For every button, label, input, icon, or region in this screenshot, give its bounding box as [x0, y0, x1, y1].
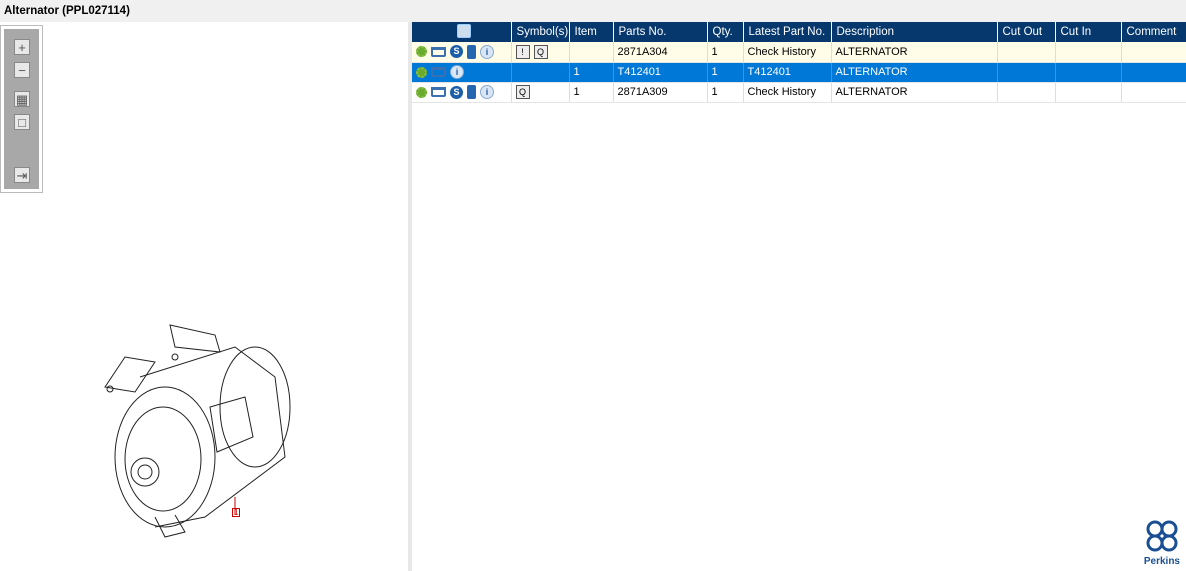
parts-no-cell: 2871A309 — [613, 82, 708, 103]
description-cell: ALTERNATOR — [831, 42, 998, 63]
cut-in-cell — [1055, 82, 1122, 103]
qty-cell: 1 — [707, 82, 744, 103]
column-header[interactable]: Description — [831, 22, 998, 42]
zoom-out-button[interactable]: − — [14, 62, 30, 78]
window-title: Alternator (PPL027114) — [0, 0, 1186, 22]
callout-label[interactable]: 1 — [232, 508, 241, 517]
actual-size-button[interactable]: □ — [14, 114, 30, 130]
actions-cell: i — [412, 62, 512, 83]
diagram-pane[interactable]: + − ▦ □ ⇥ 1 — [0, 22, 408, 571]
latest-cell: Check History — [743, 42, 832, 63]
description-cell: ALTERNATOR — [831, 62, 998, 83]
latest-cell: Check History — [743, 82, 832, 103]
item-cell — [569, 42, 614, 63]
latest-cell: T412401 — [743, 62, 832, 83]
column-header[interactable]: Symbol(s) — [511, 22, 570, 42]
fit-view-button[interactable]: ▦ — [14, 91, 30, 107]
actions-cell: Si — [412, 42, 512, 63]
book-icon[interactable] — [467, 44, 476, 59]
book-search-icon[interactable]: Q — [533, 44, 548, 59]
column-header[interactable]: Comment — [1121, 22, 1186, 42]
s-icon[interactable]: S — [450, 45, 463, 59]
parts-table: Symbol(s) Item Parts No. Qty. Latest Part No… — [412, 22, 1186, 103]
note-icon[interactable]: ! — [515, 44, 530, 59]
cart-icon[interactable] — [431, 67, 446, 77]
item-cell: 1 — [569, 82, 614, 103]
qty-cell: 1 — [707, 62, 744, 83]
column-header[interactable] — [412, 22, 512, 42]
column-header[interactable]: Item — [569, 22, 614, 42]
item-cell: 1 — [569, 62, 614, 83]
perkins-emblem-icon — [1146, 520, 1178, 552]
table-row[interactable]: Si! Q 2871A304 1 Check History ALTERNATOR — [412, 42, 1186, 63]
zoom-in-button[interactable]: + — [14, 39, 30, 55]
cut-in-cell — [1055, 62, 1122, 83]
info-icon[interactable]: i — [450, 65, 464, 79]
cut-out-cell — [997, 62, 1056, 83]
gear-icon[interactable] — [416, 86, 427, 98]
info-icon[interactable]: i — [480, 85, 494, 99]
qty-cell: 1 — [707, 42, 744, 63]
parts-list-pane: Symbol(s) Item Parts No. Qty. Latest Part No… — [412, 22, 1186, 571]
symbols-cell — [511, 62, 570, 83]
comment-cell — [1121, 42, 1186, 63]
cut-in-cell — [1055, 42, 1122, 63]
perkins-logo: Perkins — [1144, 519, 1180, 567]
column-header[interactable]: Cut In — [1055, 22, 1122, 42]
cut-out-cell — [997, 42, 1056, 63]
gear-icon[interactable] — [416, 46, 427, 58]
actions-cell: Si — [412, 82, 512, 103]
cart-icon[interactable] — [431, 87, 446, 97]
table-row[interactable]: i 1 T412401 1 T412401 ALTERNATOR — [412, 62, 1186, 83]
s-icon[interactable]: S — [450, 85, 463, 99]
book-search-icon[interactable]: Q — [515, 85, 530, 99]
parts-no-cell: 2871A304 — [613, 42, 708, 63]
cart-icon[interactable] — [431, 46, 446, 57]
parts-no-cell: T412401 — [613, 62, 708, 83]
description-cell: ALTERNATOR — [831, 82, 998, 103]
alternator-drawing — [104, 324, 291, 538]
column-header[interactable]: Cut Out — [997, 22, 1056, 42]
export-button[interactable]: ⇥ — [14, 167, 30, 183]
info-icon[interactable]: i — [480, 44, 494, 59]
comment-cell — [1121, 82, 1186, 103]
symbols-cell: ! Q — [511, 42, 570, 63]
column-header[interactable]: Latest Part No. — [743, 22, 832, 42]
cut-out-cell — [997, 82, 1056, 103]
gear-icon[interactable] — [416, 66, 427, 78]
find-icon[interactable] — [456, 23, 471, 38]
book-icon[interactable] — [467, 85, 476, 99]
symbols-cell: Q — [511, 82, 570, 103]
table-row[interactable]: Si Q 1 2871A309 1 Check History ALTERNATOR — [412, 82, 1186, 103]
viewer-toolbar: + − ▦ □ ⇥ — [0, 25, 43, 193]
comment-cell — [1121, 62, 1186, 83]
column-header[interactable]: Parts No. — [613, 22, 708, 42]
column-header[interactable]: Qty. — [707, 22, 744, 42]
